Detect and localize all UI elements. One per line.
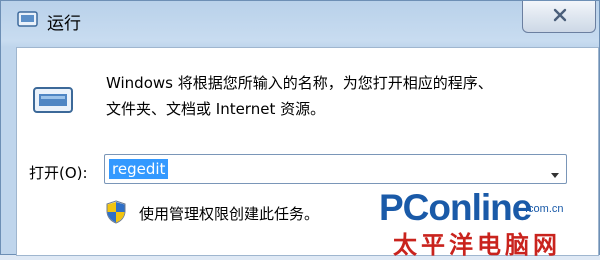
watermark-logo: PConline .com.cn 太平洋电脑网 — [367, 187, 600, 259]
run-icon — [32, 84, 76, 122]
run-icon — [17, 9, 38, 29]
admin-privilege-note: 使用管理权限创建此任务。 — [139, 205, 320, 223]
close-icon — [553, 8, 567, 22]
open-combobox[interactable]: regedit — [104, 154, 567, 184]
chevron-down-icon[interactable] — [550, 165, 560, 184]
watermark-brand: PConline — [379, 187, 532, 228]
description-line: 文件夹、文档或 Internet 资源。 — [106, 100, 326, 118]
title-bar[interactable]: 运行 — [1, 1, 599, 45]
run-description: Windows 将根据您所输入的名称，为您打开相应的程序、 文件夹、文档或 In… — [106, 70, 576, 122]
shield-icon — [105, 200, 127, 228]
description-line: Windows 将根据您所输入的名称，为您打开相应的程序、 — [106, 74, 493, 92]
run-dialog: 运行 Windows 将根据您所输入的名称，为您打开相应的程序、 文件夹、文档或… — [0, 0, 600, 259]
window-title: 运行 — [47, 14, 81, 34]
open-input-value[interactable]: regedit — [109, 159, 169, 179]
close-button[interactable] — [522, 1, 596, 33]
open-label: 打开(O): — [29, 164, 88, 182]
watermark-domain: .com.cn — [525, 203, 564, 215]
